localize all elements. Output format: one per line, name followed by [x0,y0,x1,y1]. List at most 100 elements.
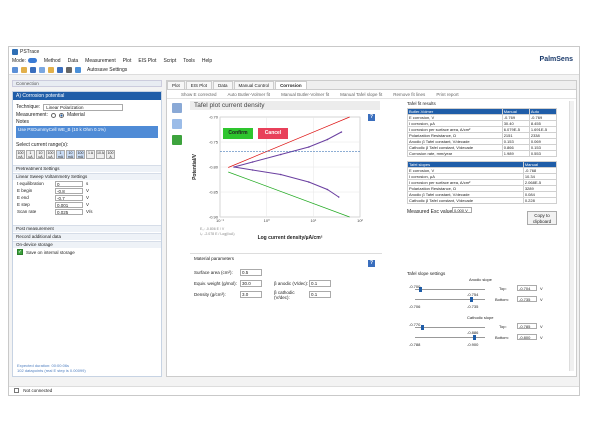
cathodic-bottom-slider[interactable] [415,335,485,340]
menu-measurement[interactable]: Measurement [85,58,116,64]
tab-plot[interactable]: Plot [167,81,185,89]
save-storage-label: Save on internal storage [26,249,75,255]
density-input[interactable]: 3.0 [240,291,262,298]
param-e-step: E step 0.001 V [13,201,161,208]
material-help-button[interactable]: ? [368,260,375,267]
copy-clipboard-button[interactable]: Copy to clipboard [527,211,557,225]
data-point [308,146,310,148]
tab-data[interactable]: Data [213,81,233,89]
param-input[interactable]: -0.7 [55,194,83,201]
mode-toggle-icon[interactable] [27,57,37,63]
save-data-icon[interactable] [57,66,63,73]
y-tick-label: -0.70 [209,115,219,120]
range-100ma[interactable]: 100 mA [76,150,85,159]
menu-method[interactable]: Method [44,58,61,64]
equiv-weight-input[interactable]: 30.0 [240,280,262,287]
notes-field[interactable]: Use PSDummyCell WE_B (10 k Ohm 0.1%) [16,126,158,138]
anodic-top-slider[interactable] [415,287,485,292]
section-storage[interactable]: On-device storage [13,241,161,248]
slider-knob[interactable] [470,297,473,302]
connection-panel[interactable]: Connection [12,80,162,87]
tab-manual-control[interactable]: Manual Control [233,81,275,89]
menu-plot[interactable]: Plot [123,58,132,64]
data-point [340,131,343,133]
param-input[interactable]: 0.001 [55,201,83,208]
open-folder-icon[interactable] [21,66,27,73]
range-10ua[interactable]: 10 uA [36,150,45,159]
menu-eis-plot[interactable]: EIS Plot [138,58,156,64]
save-icon[interactable] [30,66,36,73]
param-unit: V/s [86,209,93,214]
export-excel-icon[interactable] [172,135,182,145]
anodic-bottom-input[interactable]: -0.735 [517,296,537,302]
anodic-top-input[interactable]: -0.704 [517,285,537,291]
load-data-icon[interactable] [39,66,45,73]
range-1ma[interactable]: 1 mA [56,150,65,159]
cathodic-bottom-label: Bottom: [495,335,509,340]
tab-corrosion[interactable]: Corrosion [275,81,307,89]
autosave-settings-button[interactable]: Autosave Settings [87,67,127,73]
data-point [279,173,282,176]
zoom-tool-icon[interactable] [172,119,182,129]
range-100a[interactable]: 100 A [106,150,115,159]
beta-cathodic-input[interactable]: 0.1 [309,291,331,298]
menu-help[interactable]: Help [202,58,212,64]
range-10ma[interactable]: 10 mA [66,150,75,159]
menu-script[interactable]: Script [163,58,176,64]
range-100ua[interactable]: 100 uA [46,150,55,159]
section-record-data[interactable]: Record additional data [13,233,161,240]
print-icon[interactable] [66,66,72,73]
table-row[interactable]: Cathodic β Tafel constant, V/decade 0.228 [407,197,558,204]
surface-area-input[interactable]: 0.5 [240,269,262,276]
menu-data[interactable]: Data [68,58,79,64]
remove-fit-lines-button[interactable]: Remove fit lines [393,92,425,97]
menu-tools[interactable]: Tools [183,58,195,64]
anodic-bottom-slider[interactable] [415,297,485,302]
manual-tafel-fit-button[interactable]: Manual Tafel slope fit [340,92,382,97]
mode-label[interactable]: Mode: [12,58,37,64]
cancel-button[interactable]: Cancel [258,128,288,139]
connection-status-icon [14,388,19,394]
undo-icon[interactable] [75,66,81,73]
current-range-selector: 100 nA 1 uA 10 uA 100 uA 1 mA 10 mA 100 … [13,150,161,159]
auto-bv-fit-button[interactable]: Auto Butler-Volmer fit [228,92,271,97]
print-report-button[interactable]: Print report [436,92,458,97]
manual-bv-fit-button[interactable]: Manual Butler-Volmer fit [281,92,329,97]
section-lsv[interactable]: Linear Sweep Voltammetry Settings [13,173,161,180]
range-10a[interactable]: 10 A [96,150,105,159]
tafel-plot-panel: Tafel plot current density ? -0.70 -0.75-… [190,101,382,251]
range-1ua[interactable]: 1 uA [26,150,35,159]
range-1a[interactable]: 1 A [86,150,95,159]
param-scan-rate: Scan rate 0.025 V/s [13,208,161,215]
new-method-icon[interactable] [12,66,18,73]
slider-knob[interactable] [421,325,424,330]
cathodic-top-input[interactable]: -0.785 [517,323,537,329]
save-storage-checkbox[interactable]: ✓ [17,249,23,255]
technique-select[interactable]: Linear Polarization [43,103,124,111]
cathodic-top-slider[interactable] [415,325,485,330]
open-data-icon[interactable] [48,66,54,73]
param-label: E begin [17,188,33,193]
tab-eis-plot[interactable]: EIS Plot [185,81,213,89]
range-100na[interactable]: 100 nA [16,150,25,159]
show-e-corrected-button[interactable]: Show E corrected [181,92,217,97]
cursor-tool-icon[interactable] [172,103,182,113]
slider-knob[interactable] [473,335,476,340]
esc-value[interactable]: 0.000 V [452,207,472,213]
section-pretreatment[interactable]: Pretreatment Settings [13,165,161,172]
param-input[interactable]: 0.025 [55,208,83,215]
param-input[interactable]: 0 [55,180,83,187]
cathodic-bottom-input[interactable]: -0.800 [517,334,537,340]
data-point [233,166,235,168]
section-post-measurement[interactable]: Post measurement [13,225,161,232]
beta-anodic-input[interactable]: 0.1 [309,280,331,287]
param-input[interactable]: -0.8 [55,187,83,194]
material-radio[interactable] [58,112,64,118]
vertical-scrollbar[interactable] [569,101,574,371]
measurement-radio-1[interactable] [50,112,56,118]
data-point [279,153,282,156]
data-point [326,138,329,141]
table-row[interactable]: Corrosion rate, mm/year 1.989 0.553 [407,150,558,157]
slider-label: -0.706 [409,304,421,309]
confirm-button[interactable]: Confirm [223,128,253,139]
